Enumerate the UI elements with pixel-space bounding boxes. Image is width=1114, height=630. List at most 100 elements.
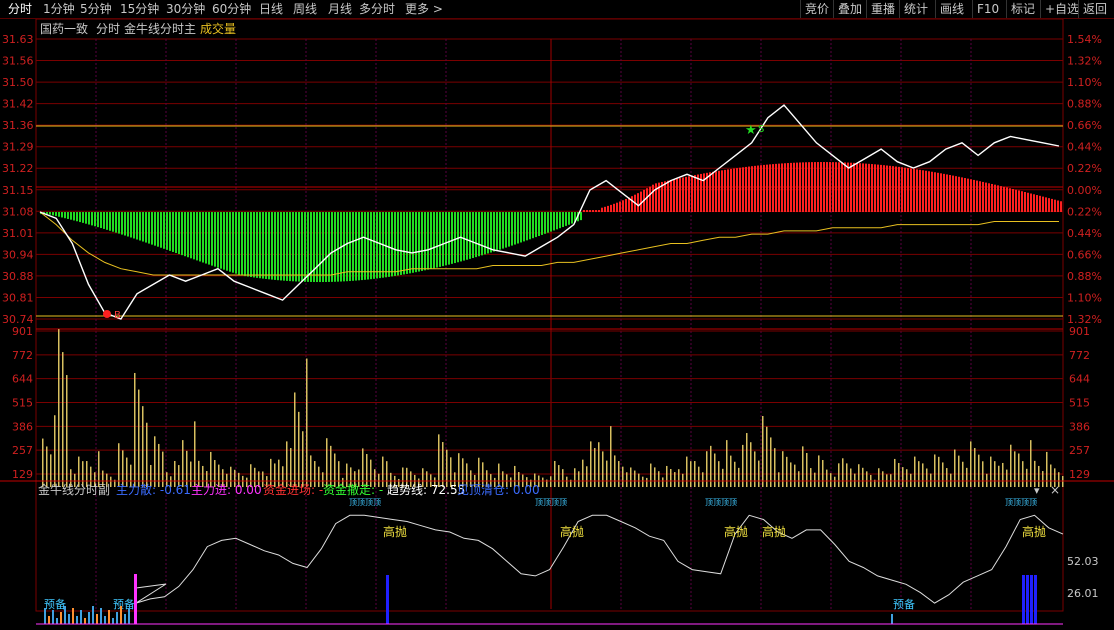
histogram-bar bbox=[766, 164, 768, 213]
histogram-bar bbox=[502, 212, 504, 249]
toolbar-button-6[interactable]: 标记 bbox=[1006, 0, 1040, 18]
volume-bar bbox=[798, 471, 800, 487]
histogram-bar bbox=[871, 164, 873, 213]
histogram-bar bbox=[649, 186, 651, 213]
toolbar-button-0[interactable]: 竞价 bbox=[800, 0, 833, 18]
volume-bar bbox=[894, 458, 896, 487]
histogram-bar bbox=[1024, 191, 1026, 213]
tab-1[interactable]: 1分钟 bbox=[43, 1, 75, 17]
histogram-bar bbox=[844, 162, 846, 213]
top-marker-label: 顶顶顶顶 bbox=[349, 498, 381, 507]
toolbar-button-7[interactable]: +自选 bbox=[1040, 0, 1079, 18]
volume-label: 成交量 bbox=[200, 21, 236, 36]
histogram-bar bbox=[235, 212, 237, 274]
tab-5[interactable]: 60分钟 bbox=[212, 1, 251, 17]
toolbar-button-5[interactable]: F10 bbox=[972, 0, 1006, 18]
histogram-bar bbox=[67, 212, 69, 219]
histogram-bar bbox=[514, 212, 516, 245]
toolbar-button-8[interactable]: 返回 bbox=[1078, 0, 1114, 18]
histogram-bar bbox=[847, 162, 849, 213]
pct-tick-label: 0.22% bbox=[1067, 205, 1102, 218]
histogram-bar bbox=[73, 212, 75, 221]
tab-6[interactable]: 日线 bbox=[259, 1, 283, 17]
histogram-bar bbox=[112, 212, 114, 232]
histogram-bar bbox=[580, 212, 582, 221]
histogram-bar bbox=[451, 212, 453, 264]
volume-tick-label: 644 bbox=[12, 373, 33, 386]
volume-bar bbox=[942, 462, 944, 487]
volume-bar bbox=[834, 476, 836, 487]
volume-bar bbox=[878, 468, 880, 487]
histogram-bar bbox=[955, 176, 957, 213]
volume-tick-label: 386 bbox=[12, 420, 33, 433]
histogram-bar bbox=[472, 212, 474, 259]
tab-8[interactable]: 月线 bbox=[328, 1, 352, 17]
histogram-bar bbox=[436, 212, 438, 268]
histogram-bar bbox=[283, 212, 285, 281]
toolbar-button-3[interactable]: 统计 bbox=[899, 0, 935, 18]
histogram-bar bbox=[448, 212, 450, 265]
histogram-bar bbox=[931, 171, 933, 213]
volume-tick-label-right: 386 bbox=[1069, 420, 1090, 433]
tab-7[interactable]: 周线 bbox=[293, 1, 317, 17]
timeshare-chart: 31.63 1.54% 31.56 1.32% 31.50 1.10% 31.42 0.88%… bbox=[0, 19, 1114, 625]
volume-bar bbox=[762, 416, 764, 487]
toolbar-button-4[interactable]: 画线 bbox=[935, 0, 972, 18]
histogram-bar bbox=[757, 165, 759, 213]
tab-4[interactable]: 30分钟 bbox=[166, 1, 205, 17]
volume-tick-label: 129 bbox=[12, 468, 33, 481]
volume-bar bbox=[458, 453, 460, 487]
histogram-bar bbox=[253, 212, 255, 278]
volume-bar bbox=[622, 466, 624, 487]
histogram-bar bbox=[292, 212, 294, 282]
histogram-bar bbox=[790, 162, 792, 213]
histogram-bar bbox=[445, 212, 447, 266]
histogram-bar bbox=[610, 204, 612, 213]
tab-10[interactable]: 更多 > bbox=[405, 1, 443, 17]
pct-tick-label: 0.66% bbox=[1067, 248, 1102, 261]
histogram-bar bbox=[712, 171, 714, 213]
histogram-bar bbox=[1021, 191, 1023, 213]
tab-2[interactable]: 5分钟 bbox=[80, 1, 112, 17]
tab-0[interactable]: 分时 bbox=[8, 1, 32, 17]
histogram-bar bbox=[841, 162, 843, 213]
volume-bar bbox=[1006, 469, 1008, 487]
volume-bar bbox=[810, 468, 812, 487]
histogram-bar bbox=[862, 163, 864, 213]
histogram-bar bbox=[793, 162, 795, 213]
histogram-bar bbox=[739, 167, 741, 213]
histogram-bar bbox=[439, 212, 441, 267]
main-flow-bar bbox=[386, 575, 389, 624]
tab-9[interactable]: 多分时 bbox=[359, 1, 395, 17]
histogram-bar bbox=[358, 212, 360, 281]
histogram-bar bbox=[601, 207, 603, 213]
toolbar-button-2[interactable]: 重播 bbox=[866, 0, 899, 18]
volume-bar bbox=[634, 470, 636, 487]
histogram-bar bbox=[1036, 195, 1038, 213]
histogram-bar bbox=[163, 212, 165, 249]
histogram-bar bbox=[802, 162, 804, 213]
histogram-bar bbox=[985, 182, 987, 213]
toolbar-button-1[interactable]: 叠加 bbox=[833, 0, 866, 18]
histogram-bar bbox=[325, 212, 327, 282]
histogram-bar bbox=[1042, 196, 1044, 213]
volume-bar bbox=[638, 473, 640, 487]
histogram-bar bbox=[85, 212, 87, 224]
volume-bar bbox=[118, 443, 120, 487]
tab-3[interactable]: 15分钟 bbox=[120, 1, 159, 17]
volume-tick-label-right: 644 bbox=[1069, 373, 1090, 386]
histogram-bar bbox=[274, 212, 276, 280]
histogram-bar bbox=[727, 169, 729, 213]
prepare-bar bbox=[891, 614, 893, 624]
volume-bar bbox=[862, 467, 864, 487]
histogram-bar bbox=[394, 212, 396, 276]
histogram-bar bbox=[1027, 192, 1029, 213]
histogram-bar bbox=[160, 212, 162, 248]
volume-tick-label: 901 bbox=[12, 325, 33, 338]
histogram-bar bbox=[598, 210, 600, 213]
histogram-bar bbox=[478, 212, 480, 257]
prepare-bar bbox=[108, 610, 110, 624]
histogram-bar bbox=[214, 212, 216, 267]
histogram-bar bbox=[211, 212, 213, 266]
main-inflow-bar bbox=[134, 574, 137, 624]
